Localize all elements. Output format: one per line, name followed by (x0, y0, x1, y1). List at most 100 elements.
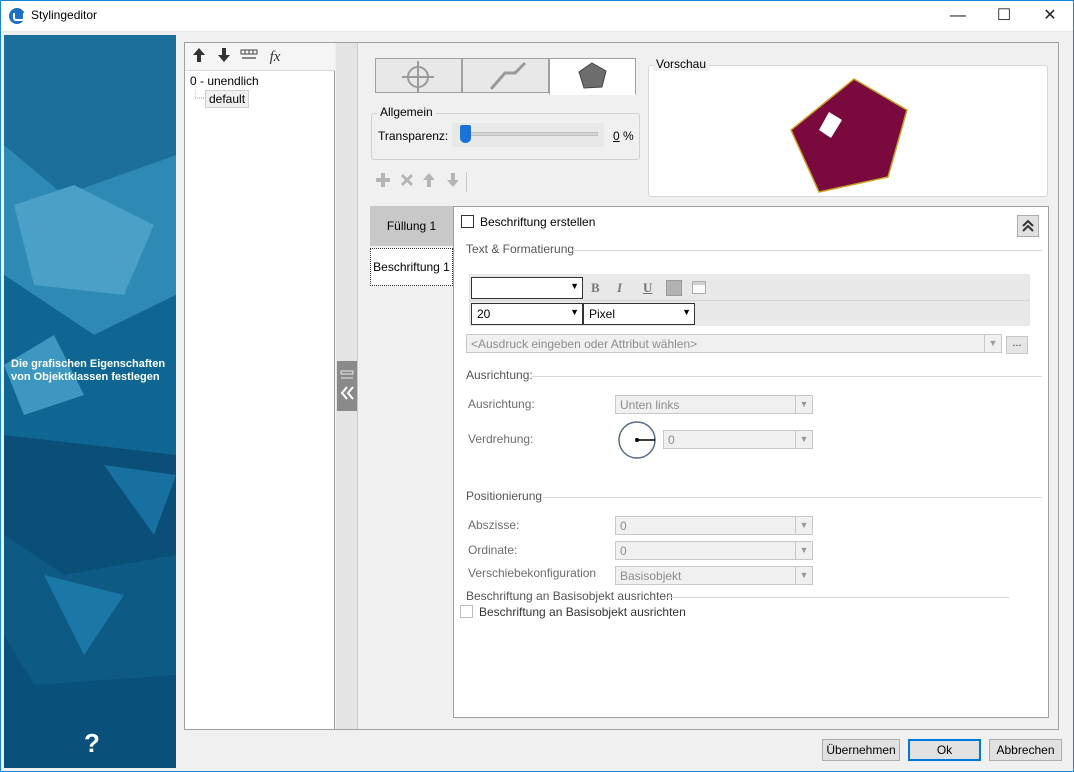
dropdown-arrow-icon: ▼ (795, 542, 812, 559)
collapse-section-button[interactable] (1017, 215, 1039, 237)
rotation-label: Verdrehung: (468, 432, 534, 446)
tab-fill-1[interactable]: Füllung 1 (370, 206, 453, 246)
title-bar: Stylingeditor — ☐ ✕ (0, 0, 1074, 32)
alignment-label: Ausrichtung: (468, 397, 535, 411)
alignment-value: Unten links (620, 398, 680, 412)
expression-placeholder: <Ausdruck eingeben oder Attribut wählen> (471, 337, 698, 351)
tree-root-node[interactable]: 0 - unendlich (190, 74, 259, 88)
tab-label-1[interactable]: Beschriftung 1 (370, 248, 453, 286)
double-chevron-left-icon (340, 370, 354, 400)
shift-config-select[interactable]: Basisobjekt ▼ (615, 566, 813, 585)
transparency-label: Transparenz: (378, 129, 449, 143)
polygon-symbol-icon (578, 62, 607, 89)
preview-polygon (790, 78, 908, 193)
expression-builder-button[interactable]: ... (1006, 336, 1028, 354)
function-icon[interactable]: fx (265, 47, 285, 67)
transparency-value: 0 (613, 129, 620, 143)
app-icon (9, 8, 25, 24)
background-frame-icon[interactable] (692, 281, 706, 294)
font-color-button[interactable] (666, 280, 682, 296)
transparency-slider-track[interactable] (460, 132, 598, 136)
maximize-button[interactable]: ☐ (981, 0, 1027, 32)
shift-config-value: Basisobjekt (620, 569, 682, 583)
divider (532, 376, 1042, 377)
alignment-select[interactable]: Unten links ▼ (615, 395, 813, 414)
window-title: Stylingeditor (31, 8, 98, 22)
cancel-button[interactable]: Abbrechen (989, 739, 1062, 761)
align-base-text: Beschriftung an Basisobjekt ausrichten (479, 605, 686, 619)
ok-button[interactable]: Ok (908, 739, 981, 761)
transparency-unit: % (623, 129, 634, 143)
line-symbol-icon (489, 61, 527, 90)
abscissa-label: Abszisse: (468, 518, 520, 532)
scale-tree-panel: fx 0 - unendlich default (185, 43, 335, 729)
font-size-value: 20 (477, 307, 491, 321)
collapse-panel-button[interactable] (337, 361, 357, 411)
scale-icon[interactable] (239, 47, 259, 67)
size-unit-select[interactable]: Pixel ▼ (583, 303, 695, 325)
dropdown-arrow-icon: ▼ (795, 431, 812, 448)
move-down-icon[interactable] (446, 172, 460, 193)
divider (664, 597, 1009, 598)
minimize-button[interactable]: — (935, 0, 981, 32)
tree-connector (195, 90, 205, 99)
preview-box (648, 65, 1048, 197)
divider (572, 250, 1042, 251)
banner-description: Die grafischen Eigenschaften von Objektk… (11, 358, 166, 383)
transparency-slider-thumb[interactable] (460, 125, 471, 143)
banner-landscape-image (4, 35, 176, 768)
tab-label-label: Beschriftung 1 (373, 260, 450, 274)
tab-point-symbol[interactable] (375, 58, 462, 93)
toolbar-separator (466, 172, 467, 192)
symbol-layer-tabs: Füllung 1 Beschriftung 1 (370, 206, 453, 718)
abscissa-select[interactable]: 0 ▼ (615, 516, 813, 535)
rotation-dial[interactable] (617, 420, 657, 460)
rotation-select[interactable]: 0 ▼ (663, 430, 813, 449)
tree-toolbar: fx (185, 43, 335, 71)
dropdown-arrow-icon: ▼ (570, 281, 579, 291)
create-label-checkbox[interactable] (461, 215, 474, 228)
shift-config-label: Verschiebekonfiguration (468, 566, 597, 580)
tree-child-node[interactable]: default (205, 90, 250, 108)
dropdown-arrow-icon: ▼ (984, 335, 1001, 352)
divider (469, 300, 1030, 301)
wizard-banner: Die grafischen Eigenschaften von Objektk… (4, 35, 176, 768)
ordinate-select[interactable]: 0 ▼ (615, 541, 813, 560)
align-base-heading: Beschriftung an Basisobjekt ausrichten (466, 589, 673, 603)
dropdown-arrow-icon: ▼ (795, 396, 812, 413)
allgemein-title: Allgemein (377, 105, 436, 119)
apply-button[interactable]: Übernehmen (822, 739, 900, 761)
dropdown-arrow-icon: ▼ (570, 307, 579, 317)
move-up-icon[interactable] (422, 172, 436, 193)
positioning-heading: Positionierung (466, 489, 543, 503)
help-icon[interactable]: ? (84, 728, 100, 759)
expression-input[interactable]: <Ausdruck eingeben oder Attribut wählen>… (466, 334, 1002, 353)
double-chevron-up-icon (1022, 219, 1034, 232)
dropdown-arrow-icon: ▼ (795, 517, 812, 534)
tab-fill-label: Füllung 1 (386, 219, 437, 233)
rotation-value: 0 (668, 433, 675, 447)
bold-button[interactable]: B (591, 280, 600, 296)
abscissa-value: 0 (620, 519, 627, 533)
dropdown-arrow-icon: ▼ (682, 307, 691, 317)
align-base-checkbox[interactable] (460, 605, 473, 618)
ordinate-value: 0 (620, 544, 627, 558)
delete-icon[interactable] (399, 172, 415, 193)
create-label-text: Beschriftung erstellen (480, 215, 596, 229)
arrow-up-icon[interactable] (189, 47, 209, 67)
font-family-select[interactable]: ▼ (471, 277, 583, 299)
preview-title: Vorschau (653, 57, 710, 71)
tab-line-symbol[interactable] (462, 58, 549, 93)
divider (543, 497, 1042, 498)
tab-polygon-symbol[interactable] (549, 58, 636, 95)
underline-button[interactable]: U (643, 280, 652, 296)
point-symbol-icon (402, 61, 434, 93)
collapse-strip (336, 43, 358, 729)
close-button[interactable]: ✕ (1027, 0, 1073, 32)
size-unit-value: Pixel (589, 307, 616, 321)
add-icon[interactable] (375, 172, 391, 193)
dropdown-arrow-icon: ▼ (795, 567, 812, 584)
arrow-down-icon[interactable] (214, 47, 234, 67)
font-size-select[interactable]: 20 ▼ (471, 303, 583, 325)
italic-button[interactable]: I (617, 280, 622, 296)
